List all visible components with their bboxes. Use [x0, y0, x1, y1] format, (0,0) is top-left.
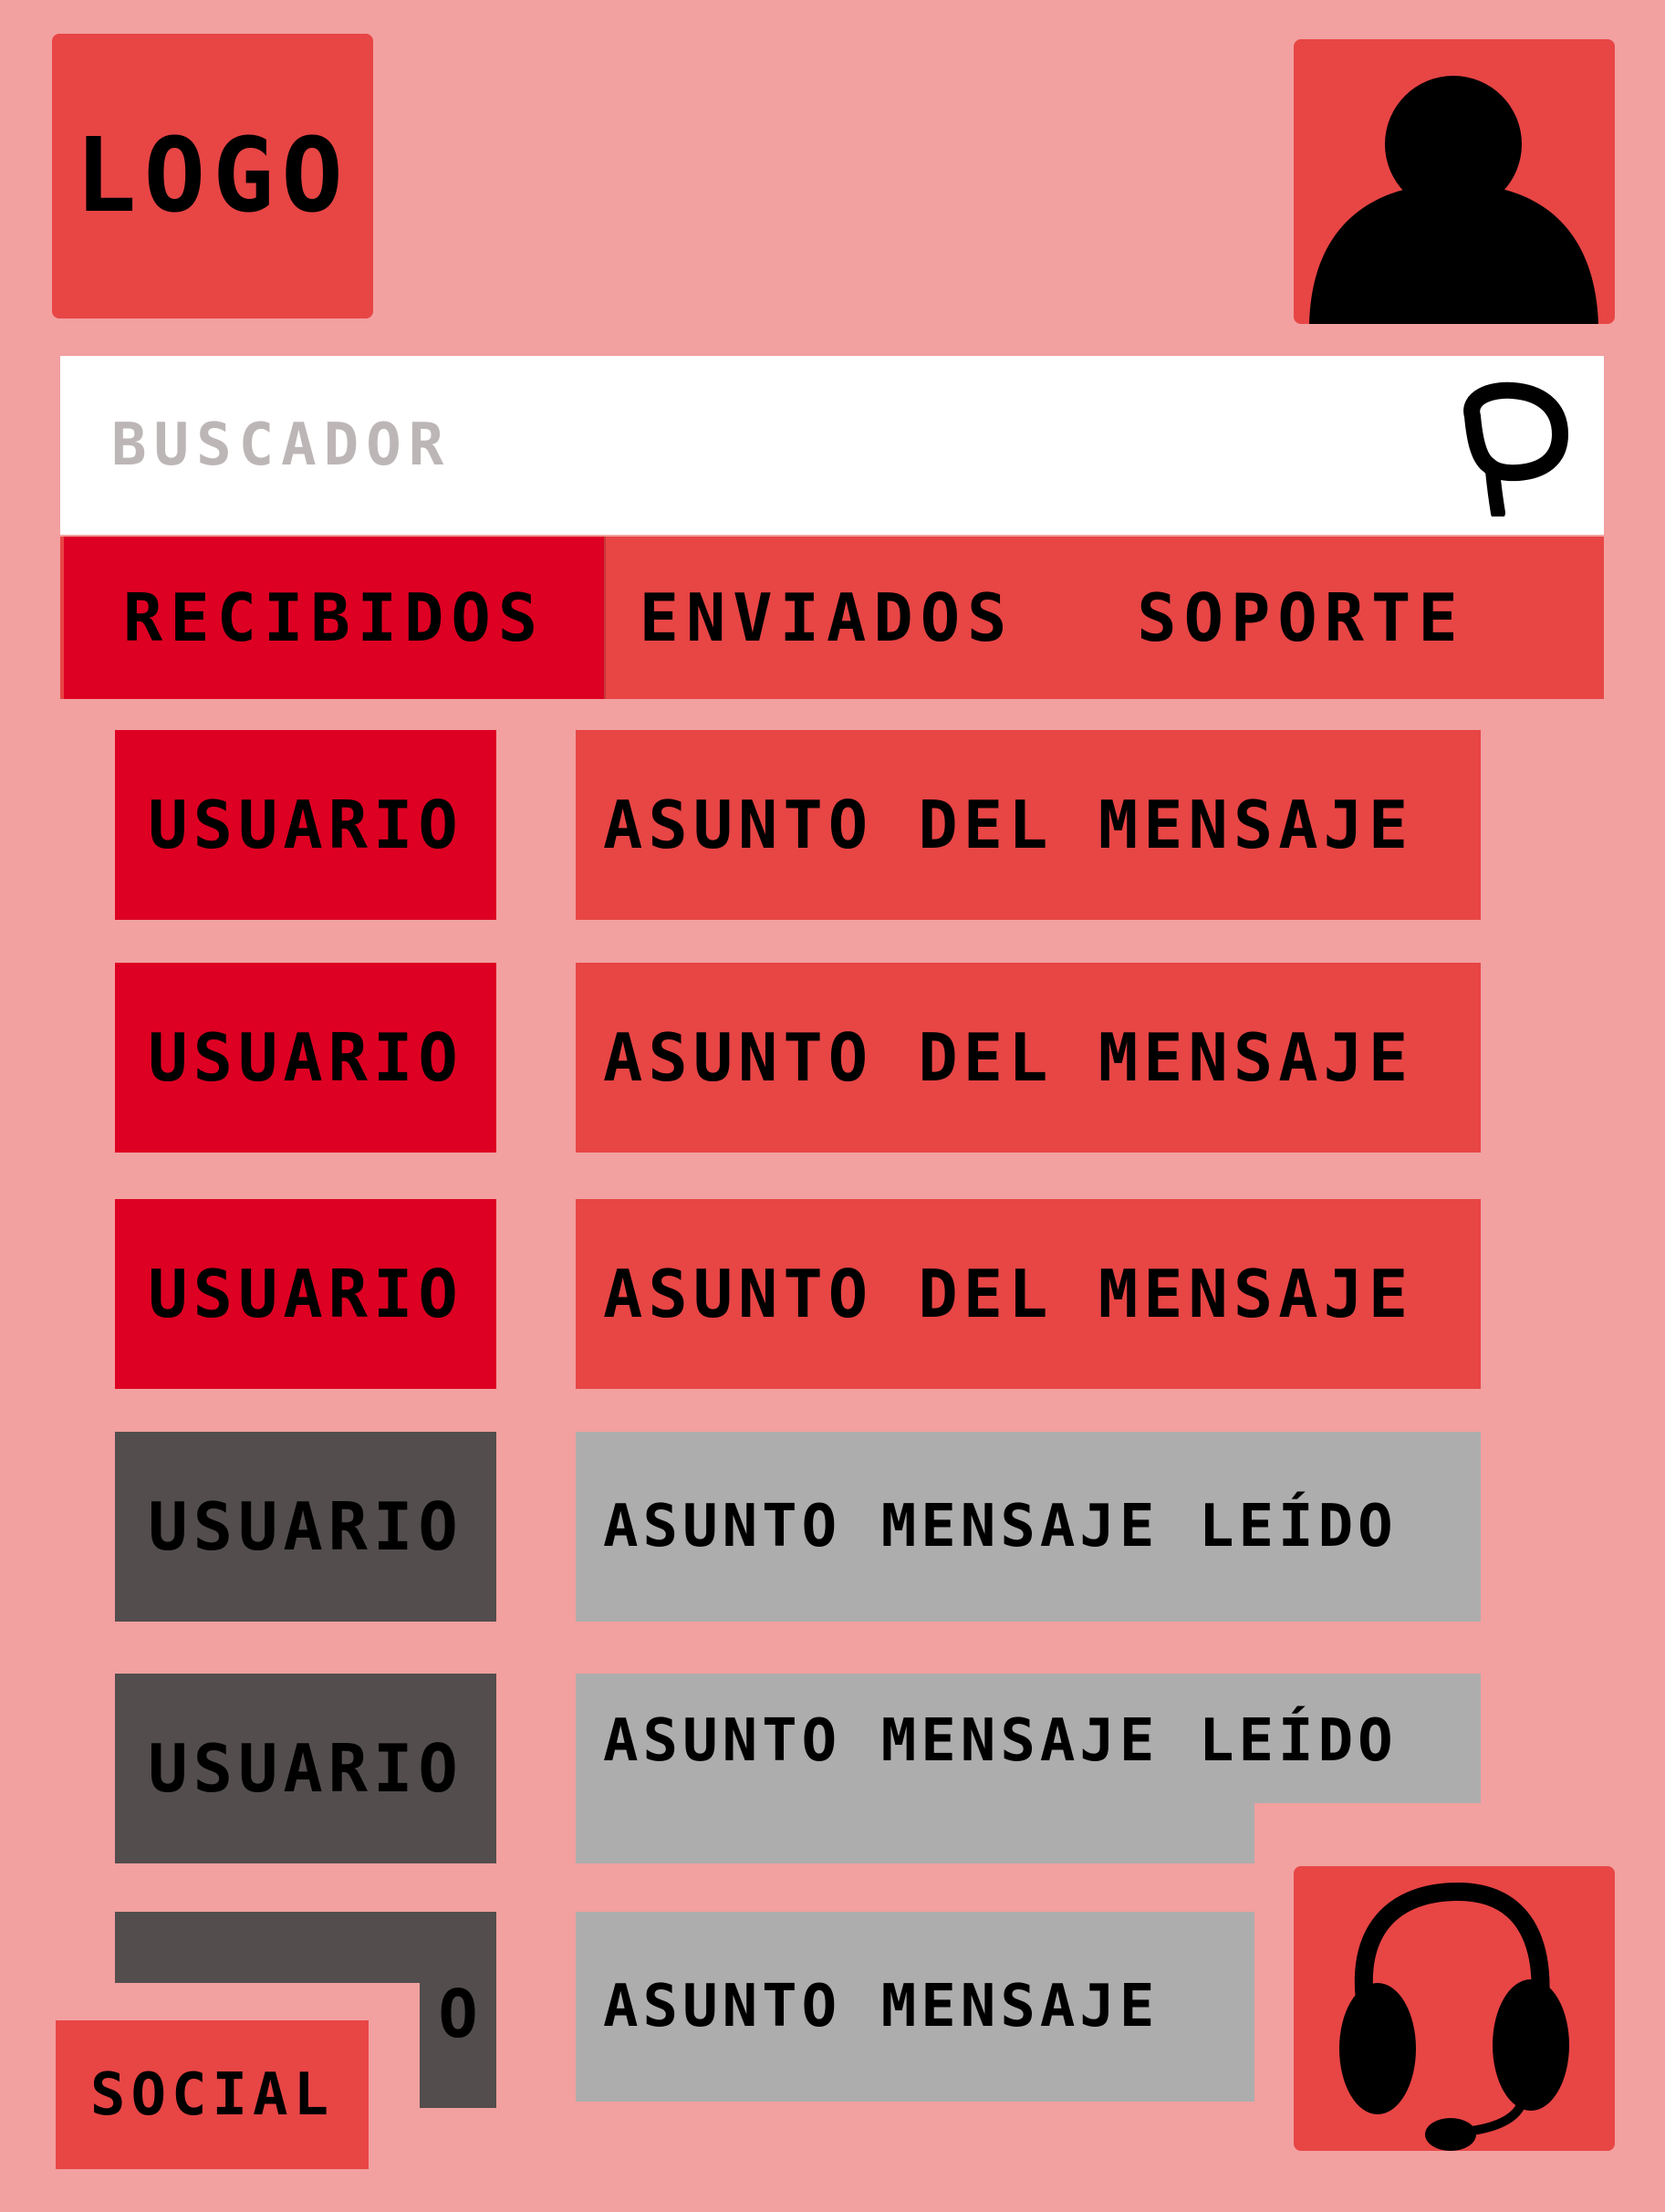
user-label: USUARIO — [148, 787, 463, 863]
message-user[interactable]: USUARIO — [115, 963, 496, 1153]
search-bar — [60, 356, 1604, 535]
message-subject[interactable]: ASUNTO DEL MENSAJE — [576, 1199, 1481, 1389]
search-icon[interactable] — [1447, 380, 1575, 520]
logo[interactable]: LOGO — [52, 34, 373, 318]
message-user[interactable]: O — [420, 1976, 496, 2052]
user-label: USUARIO — [148, 1488, 463, 1565]
subject-label: ASUNTO DEL MENSAJE — [603, 1256, 1414, 1332]
message-user-top[interactable] — [115, 1912, 496, 1983]
message-user[interactable]: USUARIO — [115, 730, 496, 920]
tab-enviados[interactable]: ENVIADOS — [608, 537, 1046, 699]
message-subject[interactable]: ASUNTO MENSAJE LEÍDO — [576, 1432, 1481, 1622]
social-label: SOCIAL — [89, 2061, 335, 2129]
subject-label: ASUNTO DEL MENSAJE — [603, 787, 1414, 863]
user-label: USUARIO — [148, 1730, 463, 1807]
search-input[interactable] — [109, 390, 1390, 501]
tab-soporte[interactable]: SOPORTE — [1046, 537, 1556, 699]
tab-bar: RECIBIDOS ENVIADOS SOPORTE — [60, 537, 1604, 699]
message-user[interactable]: USUARIO — [115, 1432, 496, 1622]
tab-label: SOPORTE — [1137, 579, 1465, 656]
message-subject[interactable]: ASUNTO DEL MENSAJE — [576, 963, 1481, 1153]
message-subject[interactable]: ASUNTO MENSAJE — [576, 1912, 1254, 2102]
user-silhouette-icon — [1309, 76, 1598, 324]
user-avatar-button[interactable] — [1294, 39, 1615, 324]
message-user[interactable]: USUARIO — [115, 1674, 496, 1863]
support-button[interactable] — [1294, 1866, 1615, 2151]
subject-label: ASUNTO MENSAJE — [603, 1973, 1160, 2040]
message-subject[interactable]: ASUNTO DEL MENSAJE — [576, 730, 1481, 920]
tab-recibidos[interactable]: RECIBIDOS — [64, 537, 606, 699]
tab-label: ENVIADOS — [639, 579, 1015, 656]
user-label: USUARIO — [148, 1019, 463, 1096]
social-button[interactable]: SOCIAL — [56, 2020, 369, 2169]
logo-text: LOGO — [75, 117, 350, 235]
subject-label: ASUNTO MENSAJE LEÍDO — [603, 1707, 1398, 1775]
subject-label: ASUNTO MENSAJE LEÍDO — [603, 1493, 1398, 1560]
message-user[interactable]: USUARIO — [115, 1199, 496, 1389]
user-label: O — [438, 1976, 478, 2052]
tab-label: RECIBIDOS — [122, 579, 546, 656]
headset-icon — [1339, 1882, 1569, 2151]
subject-label: ASUNTO DEL MENSAJE — [603, 1019, 1414, 1096]
message-subject[interactable]: ASUNTO MENSAJE LEÍDO — [603, 1674, 1398, 1863]
user-label: USUARIO — [148, 1256, 463, 1332]
